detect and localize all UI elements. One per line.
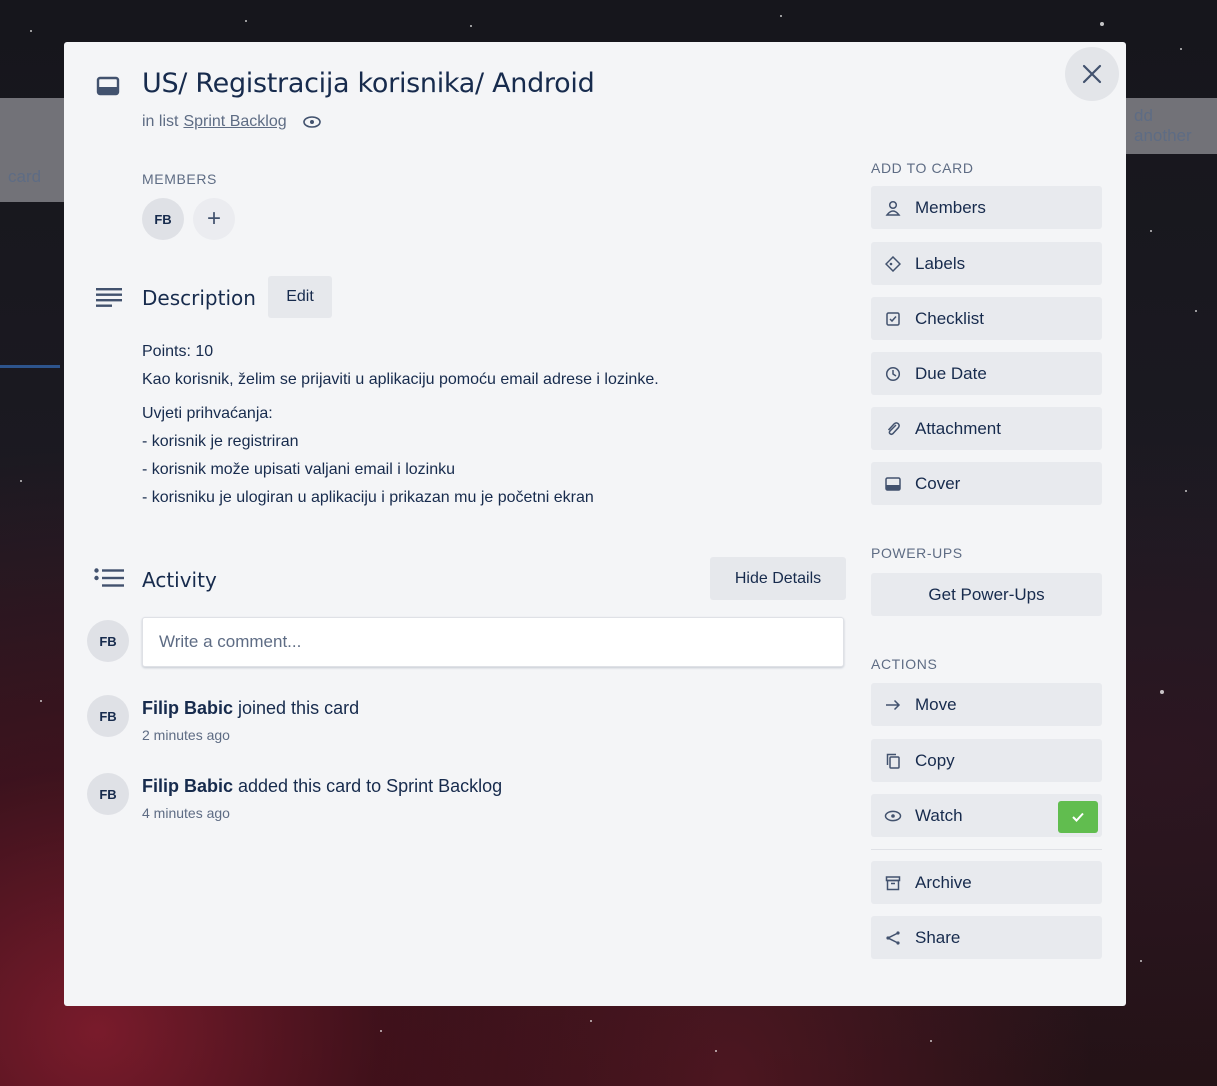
card-title[interactable]: US/ Registracija korisnika/ Android xyxy=(142,68,595,99)
description-line: Points: 10 xyxy=(142,343,214,360)
in-list-prefix: in list xyxy=(142,113,179,130)
copy-button[interactable]: Copy xyxy=(871,739,1102,782)
paperclip-icon xyxy=(883,421,903,437)
activity-user[interactable]: Filip Babic xyxy=(142,776,233,796)
move-button[interactable]: Move xyxy=(871,683,1102,726)
card-icon xyxy=(96,76,120,101)
checkmark-icon xyxy=(1072,812,1084,822)
add-list-text: dd another xyxy=(1134,106,1192,145)
activity-entry: Filip Babic added this card to Sprint Ba… xyxy=(142,776,502,797)
checklist-button[interactable]: Checklist xyxy=(871,297,1102,340)
edit-description-button[interactable]: Edit xyxy=(268,276,332,318)
activity-title: Activity xyxy=(142,568,217,592)
activity-timestamp[interactable]: 2 minutes ago xyxy=(142,727,230,743)
board-accent-line xyxy=(0,365,60,368)
description-line: Uvjeti prihvaćanja: xyxy=(142,405,273,422)
members-label: MEMBERS xyxy=(142,171,217,187)
copy-button-label: Copy xyxy=(915,750,955,770)
checklist-icon xyxy=(883,311,903,327)
attachment-button-label: Attachment xyxy=(915,418,1001,438)
members-button[interactable]: Members xyxy=(871,186,1102,229)
due-date-button-label: Due Date xyxy=(915,363,987,383)
checklist-button-label: Checklist xyxy=(915,308,984,328)
board-list-fragment-left: card xyxy=(0,98,64,202)
archive-icon xyxy=(883,875,903,891)
avatar[interactable]: FB xyxy=(142,198,184,240)
activity-icon xyxy=(94,568,124,593)
list-breadcrumb: in list Sprint Backlog xyxy=(142,113,322,131)
description-title: Description xyxy=(142,286,256,310)
person-icon xyxy=(883,200,903,216)
share-icon xyxy=(883,930,903,946)
cover-icon xyxy=(883,476,903,491)
due-date-button[interactable]: Due Date xyxy=(871,352,1102,395)
get-power-ups-button[interactable]: Get Power-Ups xyxy=(871,573,1102,616)
cover-button[interactable]: Cover xyxy=(871,462,1102,505)
share-button-label: Share xyxy=(915,927,961,947)
plus-icon: + xyxy=(206,205,221,232)
add-member-button[interactable]: + xyxy=(193,198,235,240)
list-name-link[interactable]: Sprint Backlog xyxy=(183,113,286,131)
move-button-label: Move xyxy=(915,694,957,714)
description-line: - korisnik može upisati valjani email i … xyxy=(142,461,456,478)
archive-button-label: Archive xyxy=(915,872,972,892)
actions-label: ACTIONS xyxy=(871,656,938,672)
comment-placeholder: Write a comment... xyxy=(159,632,302,651)
power-ups-label: POWER-UPS xyxy=(871,545,963,561)
activity-user[interactable]: Filip Babic xyxy=(142,698,233,718)
labels-button[interactable]: Labels xyxy=(871,242,1102,285)
members-button-label: Members xyxy=(915,197,986,217)
activity-avatar[interactable]: FB xyxy=(87,773,129,815)
actions-divider xyxy=(871,849,1102,850)
eye-icon xyxy=(883,810,903,822)
close-icon xyxy=(1082,64,1102,84)
activity-avatar[interactable]: FB xyxy=(87,695,129,737)
archive-button[interactable]: Archive xyxy=(871,861,1102,904)
eye-icon xyxy=(302,116,321,128)
description-line: - korisnik je registriran xyxy=(142,433,299,450)
activity-text: joined this card xyxy=(233,698,360,718)
share-button[interactable]: Share xyxy=(871,916,1102,959)
activity-entry: Filip Babic joined this card xyxy=(142,698,359,719)
comment-avatar[interactable]: FB xyxy=(87,620,129,662)
add-card-fragment: card xyxy=(8,167,42,186)
comment-input[interactable]: Write a comment... xyxy=(142,617,844,667)
arrow-right-icon xyxy=(883,699,903,711)
labels-button-label: Labels xyxy=(915,253,966,273)
activity-text: added this card to Sprint Backlog xyxy=(233,776,503,796)
clock-icon xyxy=(883,366,903,382)
hide-details-button[interactable]: Hide Details xyxy=(710,557,846,600)
cover-button-label: Cover xyxy=(915,473,961,493)
description-text[interactable]: Points: 10 Kao korisnik, želim se prijav… xyxy=(142,338,822,512)
close-button[interactable] xyxy=(1065,47,1119,101)
watch-button-label: Watch xyxy=(915,805,963,825)
copy-icon xyxy=(883,753,903,769)
activity-timestamp[interactable]: 4 minutes ago xyxy=(142,805,230,821)
description-line: Kao korisnik, želim se prijaviti u aplik… xyxy=(142,371,659,388)
watch-checked-badge[interactable] xyxy=(1058,801,1098,833)
attachment-button[interactable]: Attachment xyxy=(871,407,1102,450)
tag-icon xyxy=(883,255,903,272)
description-icon xyxy=(96,287,122,312)
add-list-fragment-right[interactable]: dd another xyxy=(1126,98,1217,154)
description-line: - korisniku je ulogiran u aplikaciju i p… xyxy=(142,489,594,506)
add-to-card-label: ADD TO CARD xyxy=(871,160,974,176)
